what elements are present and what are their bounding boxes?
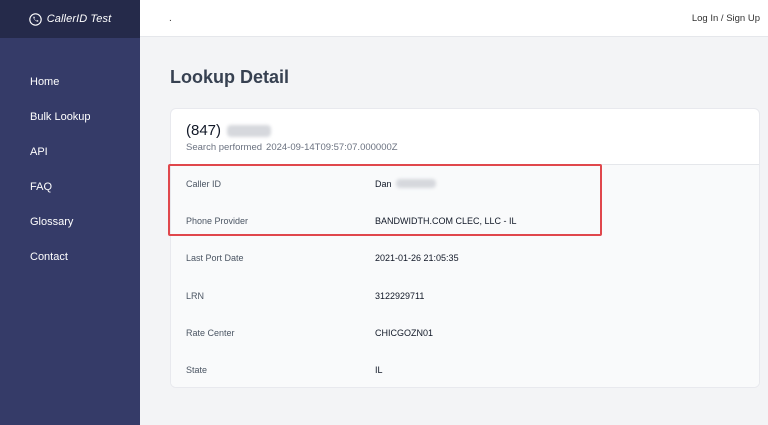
- table-row: Phone Provider BANDWIDTH.COM CLEC, LLC -…: [171, 202, 759, 239]
- table-row: Rate Center CHICGOZN01: [171, 314, 759, 351]
- phone-provider-value: BANDWIDTH.COM CLEC, LLC - IL: [375, 215, 517, 226]
- sidebar-item-faq[interactable]: FAQ: [0, 169, 140, 204]
- state-value: IL: [375, 365, 383, 376]
- sidebar-item-bulk-lookup[interactable]: Bulk Lookup: [0, 99, 140, 134]
- phone-provider-label: Phone Provider: [186, 215, 249, 226]
- search-performed: Search performed 2024-09-14T09:57:07.000…: [186, 142, 744, 153]
- table-row: Last Port Date 2021-01-26 21:05:35: [171, 240, 759, 277]
- lookup-detail-card: (847) Search performed 2024-09-14T09:57:…: [170, 108, 760, 388]
- table-row: LRN 3122929711: [171, 277, 759, 314]
- phone-area-code: (847): [186, 122, 222, 139]
- page-title: Lookup Detail: [170, 67, 290, 87]
- caller-id-label: Caller ID: [186, 178, 222, 189]
- sidebar-item-contact[interactable]: Contact: [0, 239, 140, 274]
- rate-center-value: CHICGOZN01: [375, 327, 434, 338]
- sidebar-item-api[interactable]: API: [0, 134, 140, 169]
- redacted-last-name: [395, 179, 436, 189]
- detail-rows: Caller ID Dan Phone Provider BANDWIDTH.C…: [171, 165, 759, 387]
- phone-circle-icon: [28, 12, 42, 26]
- lrn-label: LRN: [186, 290, 205, 301]
- sidebar-item-home[interactable]: Home: [0, 64, 140, 99]
- last-port-date-label: Last Port Date: [186, 253, 244, 264]
- search-performed-label: Search performed: [186, 142, 263, 153]
- card-header: (847) Search performed 2024-09-14T09:57:…: [171, 109, 759, 165]
- brand-logo[interactable]: CallerID Test: [0, 0, 140, 38]
- sidebar: CallerID Test Home Bulk Lookup API FAQ G…: [0, 0, 140, 425]
- table-row: Caller ID Dan: [171, 165, 759, 202]
- state-label: State: [186, 365, 208, 376]
- search-timestamp: 2024-09-14T09:57:07.000000Z: [266, 142, 398, 153]
- brand-name: CallerID Test: [46, 13, 112, 25]
- caller-id-value: Dan: [375, 179, 436, 189]
- lrn-value: 3122929711: [375, 290, 425, 301]
- table-row: State IL: [171, 351, 759, 387]
- sidebar-nav: Home Bulk Lookup API FAQ Glossary Contac…: [0, 64, 140, 274]
- redacted-phone-digits: [227, 124, 272, 137]
- rate-center-label: Rate Center: [186, 327, 235, 338]
- caller-id-first-name: Dan: [375, 178, 392, 189]
- phone-number: (847): [186, 122, 744, 139]
- login-signup-link[interactable]: Log In / Sign Up: [692, 13, 760, 24]
- topbar-dot: .: [169, 13, 172, 24]
- sidebar-item-glossary[interactable]: Glossary: [0, 204, 140, 239]
- top-bar: . Log In / Sign Up: [140, 0, 768, 37]
- last-port-date-value: 2021-01-26 21:05:35: [375, 253, 459, 264]
